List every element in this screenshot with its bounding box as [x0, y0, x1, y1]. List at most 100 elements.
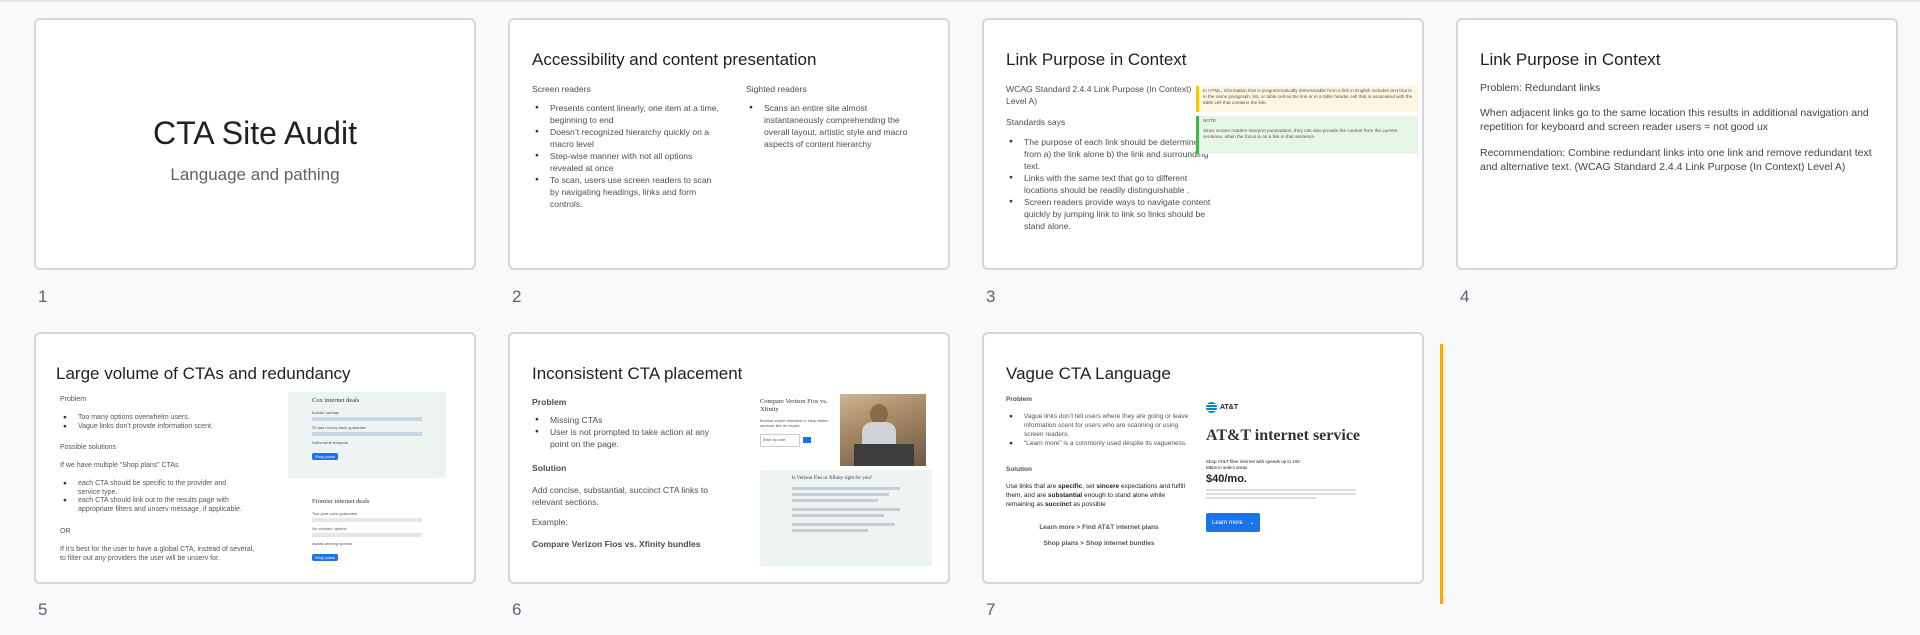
att-subtitle: Shop AT&T fiber internet with speeds up …	[1206, 459, 1300, 470]
quote-box: In HTML, information that is programmati…	[1196, 86, 1418, 112]
solution-text: Add concise, substantial, succinct CTA l…	[532, 485, 709, 507]
possible-solutions: Possible solutions	[60, 444, 117, 451]
slide-thumbnail-2[interactable]: Accessibility and content presentation S…	[508, 18, 950, 270]
slide-thumbnail-1[interactable]: CTA Site Audit Language and pathing	[34, 18, 476, 270]
slide-sorter-grid: CTA Site Audit Language and pathing 1 Ac…	[0, 0, 1920, 635]
card-subtitle: Browse expert research to shop better se…	[760, 418, 828, 428]
slide-thumbnail-5[interactable]: Large volume of CTAs and redundancy Prob…	[34, 332, 476, 584]
panel-line: Two-year price guarantee	[312, 511, 358, 516]
panel-line: No contract options	[312, 526, 347, 531]
list-item: Presents content linearly, one item at a…	[532, 102, 722, 126]
slide-number-5: 5	[38, 600, 48, 619]
slide-number-7: 7	[986, 600, 996, 619]
att-ad: AT&T AT&T internet service Shop AT&T fib…	[1206, 402, 1406, 552]
bullets: Vague links don’t tell users where they …	[1006, 412, 1192, 448]
standards-says: Standards says	[1006, 117, 1066, 127]
list-item: each CTA should link out to the results …	[60, 497, 250, 514]
drop-position-indicator	[1440, 344, 1443, 604]
paragraph-1: When adjacent links go to the same locat…	[1480, 107, 1869, 133]
shop-plans-button[interactable]: Shop plans	[312, 554, 339, 561]
note-label: NOTE	[1203, 118, 1217, 123]
panel-line: Bundle savings	[312, 410, 340, 415]
slide-title: Large volume of CTAs and redundancy	[56, 364, 351, 383]
quote-text: In HTML, information that is programmati…	[1203, 88, 1413, 105]
slide-thumbnail-3[interactable]: Link Purpose in Context WCAG Standard 2.…	[982, 18, 1424, 270]
slide-number-6: 6	[512, 600, 522, 619]
note-box: NOTE Since screen readers interpret punc…	[1196, 116, 1418, 154]
if-multiple: If we have multiple “Shop plans” CTAs	[60, 462, 179, 469]
standard-text: WCAG Standard 2.4.4 Link Purpose (In Con…	[1006, 84, 1192, 106]
slide-title: Link Purpose in Context	[1480, 50, 1661, 69]
list-item: Too many options overwhelm users.	[60, 414, 260, 423]
slide-thumbnail-4[interactable]: Link Purpose in Context Problem: Redunda…	[1456, 18, 1898, 270]
link-example-2: Shop plans > Shop internet bundles	[1043, 540, 1155, 547]
example-text: Compare Verizon Fios vs. Xfinity bundles	[532, 539, 701, 549]
list-item: “Learn more” is a commonly used despite …	[1006, 439, 1192, 448]
list-item: Screen readers provide ways to navigate …	[1006, 196, 1214, 232]
bullets-2: each CTA should be specific to the provi…	[60, 480, 250, 514]
att-heading: AT&T internet service	[1206, 427, 1361, 444]
example-label: Example:	[532, 517, 568, 527]
list-item: Vague links don’t provide information sc…	[60, 423, 260, 432]
frontier-deals-panel: Frontier internet deals Two-year price g…	[288, 494, 446, 580]
left-bullets: Presents content linearly, one item at a…	[532, 102, 722, 210]
list-item: Step-wise manner with not all options re…	[532, 150, 722, 174]
slide-number-4: 4	[1460, 287, 1470, 306]
verizon-xfinity-panel: Is Verizon Fios or Xfinity right for you…	[760, 470, 932, 566]
chevron-down-icon: ⌄	[1249, 520, 1255, 526]
panel-line: Nationwide hotspots	[312, 440, 349, 445]
or-label: OR	[60, 528, 71, 535]
right-bullets: Scans an entire site almost instantaneou…	[746, 102, 926, 150]
problem-label: Problem	[60, 396, 87, 403]
list-item: To scan, users use screen readers to sca…	[532, 174, 722, 210]
zip-input[interactable]: Enter zip code	[760, 434, 800, 447]
right-heading: Sighted readers	[746, 84, 807, 94]
solution-label: Solution	[1006, 466, 1032, 473]
att-logo-text: AT&T	[1220, 404, 1239, 411]
att-price: $40/mo.	[1206, 473, 1247, 485]
solution-text: Use links that are specific, set sincere…	[1006, 483, 1185, 508]
slide-thumbnail-6[interactable]: Inconsistent CTA placement Problem Missi…	[508, 332, 950, 584]
panel-title: Cox internet deals	[312, 397, 360, 404]
slide-thumbnail-7[interactable]: Vague CTA Language Problem Vague links d…	[982, 332, 1424, 584]
left-heading: Screen readers	[532, 84, 591, 94]
problem-label: Problem	[1006, 396, 1033, 403]
bullets-1: Too many options overwhelm users. Vague …	[60, 414, 260, 431]
cox-deals-panel: Cox internet deals Bundle savings 30-day…	[288, 392, 446, 478]
slide-title: CTA Site Audit	[153, 115, 357, 151]
learn-more-button[interactable]: Learn more ⌄	[1206, 513, 1261, 532]
link-example-1: Learn more > Find AT&T internet plans	[1039, 524, 1159, 531]
att-globe-icon	[1206, 402, 1217, 413]
solution-label: Solution	[532, 463, 567, 473]
slide-number-2: 2	[512, 287, 522, 306]
list-item: Scans an entire site almost instantaneou…	[746, 102, 926, 150]
bullets: Missing CTAs User is not prompted to tak…	[532, 414, 722, 450]
panel-title: Frontier internet deals	[312, 498, 370, 505]
global-cta-text: If it’s best for the user to have a glob…	[60, 546, 255, 562]
slide-title: Inconsistent CTA placement	[532, 364, 743, 383]
list-item: User is not prompted to take action at a…	[532, 426, 722, 450]
panel-line: Award-winning speeds	[312, 541, 353, 546]
list-item: Vague links don’t tell users where they …	[1006, 412, 1192, 439]
list-item: The purpose of each link should be deter…	[1006, 136, 1214, 172]
list-item: Doesn’t recognized hierarchy quickly on …	[532, 126, 722, 150]
problem-label: Problem	[532, 397, 567, 407]
slide-number-3: 3	[986, 287, 996, 306]
slide-number-1: 1	[38, 287, 48, 306]
list-item: Missing CTAs	[532, 414, 722, 426]
slide-title: Accessibility and content presentation	[532, 50, 817, 69]
slide-subtitle: Language and pathing	[170, 165, 340, 184]
compare-card: Compare Verizon Fios vs. Xfinity Browse …	[760, 398, 840, 468]
person-photo	[840, 394, 926, 466]
problem-text: Problem: Redundant links	[1480, 82, 1601, 94]
slide-title: Link Purpose in Context	[1006, 50, 1187, 69]
list-item: each CTA should be specific to the provi…	[60, 480, 250, 497]
list-item: Links with the same text that go to diff…	[1006, 172, 1214, 196]
search-button[interactable]	[803, 437, 811, 444]
panel-line: 30-day money-back guarantee	[312, 425, 367, 430]
shop-plans-button[interactable]: Shop plans	[312, 453, 339, 460]
slide-title: Vague CTA Language	[1006, 364, 1171, 383]
bullets: The purpose of each link should be deter…	[1006, 136, 1214, 232]
paragraph-2: Recommendation: Combine redundant links …	[1480, 147, 1872, 173]
card-title: Compare Verizon Fios vs. Xfinity	[760, 398, 828, 413]
